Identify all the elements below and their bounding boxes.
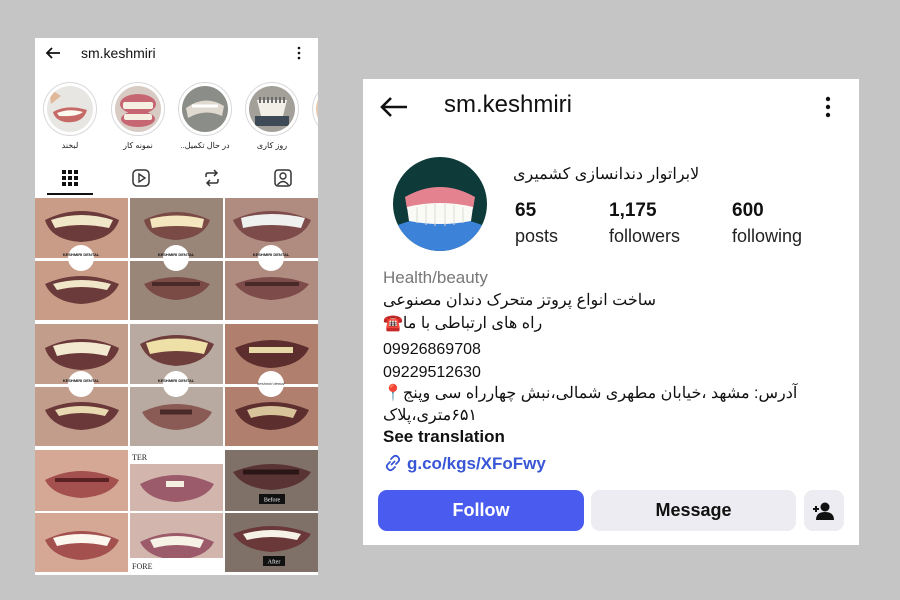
highlight-thumbnail xyxy=(249,86,295,132)
reels-icon[interactable] xyxy=(131,168,151,188)
post-thumbnail[interactable] xyxy=(35,450,128,572)
highlight-workday[interactable]: روز کاری xyxy=(245,82,299,150)
posts-grid: KESHMIRI DENTAL KESHMIRI DENTAL KESHMIRI… xyxy=(35,198,318,575)
highlight-smile[interactable]: لبخند xyxy=(43,82,97,150)
post-thumbnail[interactable]: Before After xyxy=(225,450,318,572)
followers-label: followers xyxy=(609,226,681,246)
post-overlay-text: Before xyxy=(264,497,281,504)
profile-phone-screenshot: sm.keshmiri لبخند نمونه کار در حال تکمیل… xyxy=(35,38,318,575)
highlight-thumbnail xyxy=(115,86,161,132)
add-person-icon xyxy=(813,502,834,520)
following-stat[interactable]: 600 following xyxy=(732,200,802,247)
post-thumbnail[interactable]: keshmiri dental xyxy=(225,324,318,446)
post-thumbnail[interactable]: KESHMIRI DENTAL xyxy=(130,324,223,446)
highlight-label: در حال تکمیل.. xyxy=(180,141,230,150)
follow-button[interactable]: Follow xyxy=(378,490,584,531)
highlight-thumbnail xyxy=(182,86,228,132)
bio-link-text: g.co/kgs/XFoFwy xyxy=(407,454,546,473)
more-options-icon[interactable] xyxy=(821,94,835,120)
post-overlay-text: KESHMIRI DENTAL xyxy=(63,252,100,257)
post-overlay-text: KESHMIRI DENTAL xyxy=(158,252,195,257)
followers-stat[interactable]: 1,175 followers xyxy=(609,200,680,247)
highlight-label: لبخند xyxy=(61,141,79,150)
post-overlay-text: TER xyxy=(132,453,148,462)
reposts-icon[interactable] xyxy=(202,168,222,188)
username: sm.keshmiri xyxy=(81,45,156,61)
post-overlay-text: After xyxy=(268,559,281,566)
grid-icon[interactable] xyxy=(60,168,80,188)
following-count: 600 xyxy=(732,200,764,221)
top-bar: sm.keshmiri xyxy=(35,38,318,68)
followers-count: 1,175 xyxy=(609,200,657,221)
posts-count: 65 xyxy=(515,200,537,221)
phone-number[interactable]: 09229512630 xyxy=(383,362,843,384)
post-overlay-text: KESHMIRI DENTAL xyxy=(158,378,195,383)
post-thumbnail[interactable]: KESHMIRI DENTAL xyxy=(35,324,128,446)
see-translation-link[interactable]: See translation xyxy=(383,427,505,447)
post-overlay-text: KESHMIRI DENTAL xyxy=(63,378,100,383)
posts-stat[interactable]: 65 posts xyxy=(515,200,558,247)
username: sm.keshmiri xyxy=(444,91,573,118)
bio-link[interactable]: g.co/kgs/XFoFwy xyxy=(383,453,546,474)
post-overlay-text: KESHMIRI DENTAL xyxy=(253,252,290,257)
more-options-icon[interactable] xyxy=(293,44,305,62)
content-tabs xyxy=(35,162,318,196)
posts-label: posts xyxy=(515,226,559,246)
highlight-in-progress[interactable]: در حال تکمیل.. xyxy=(178,82,232,150)
profile-avatar[interactable] xyxy=(393,157,487,251)
address-line: ۶۵۱متری،پلاک xyxy=(383,407,478,424)
post-thumbnail[interactable]: KESHMIRI DENTAL xyxy=(225,198,318,320)
highlight-thumbnail xyxy=(47,86,93,132)
highlight-partial[interactable] xyxy=(312,82,318,136)
highlight-label: نمونه کار xyxy=(123,141,153,150)
post-thumbnail[interactable]: KESHMIRI DENTAL xyxy=(35,198,128,320)
back-arrow-icon[interactable] xyxy=(44,44,62,62)
category-label: Health/beauty xyxy=(383,268,488,287)
following-label: following xyxy=(732,226,803,246)
post-overlay-text: FORE xyxy=(132,562,153,571)
bio-line: ساخت انواع پروتز متحرک دندان مصنوعی xyxy=(383,292,657,309)
highlight-samples[interactable]: نمونه کار xyxy=(111,82,165,150)
address-line: آدرس: مشهد ،خیابان مطهری شمالی،نبش چهارر… xyxy=(383,385,798,402)
link-icon xyxy=(385,454,401,472)
highlight-label: روز کاری xyxy=(256,141,288,150)
phone-number[interactable]: 09926869708 xyxy=(383,339,843,361)
post-thumbnail[interactable]: KESHMIRI DENTAL xyxy=(130,198,223,320)
post-thumbnail[interactable]: TER FORE xyxy=(130,450,223,572)
tagged-icon[interactable] xyxy=(273,168,293,188)
bio-line: راه های ارتباطی با ما☎️ xyxy=(383,315,543,332)
post-overlay-text: keshmiri dental xyxy=(258,381,285,386)
display-name: لابراتوار دندانسازی کشمیری xyxy=(513,166,700,183)
suggested-people-button[interactable] xyxy=(804,490,844,531)
profile-card: sm.keshmiri لابراتوار دندانسازی کشمیری 6… xyxy=(363,79,859,545)
active-tab-indicator xyxy=(47,193,93,195)
back-arrow-icon[interactable] xyxy=(379,96,409,118)
message-button[interactable]: Message xyxy=(591,490,796,531)
